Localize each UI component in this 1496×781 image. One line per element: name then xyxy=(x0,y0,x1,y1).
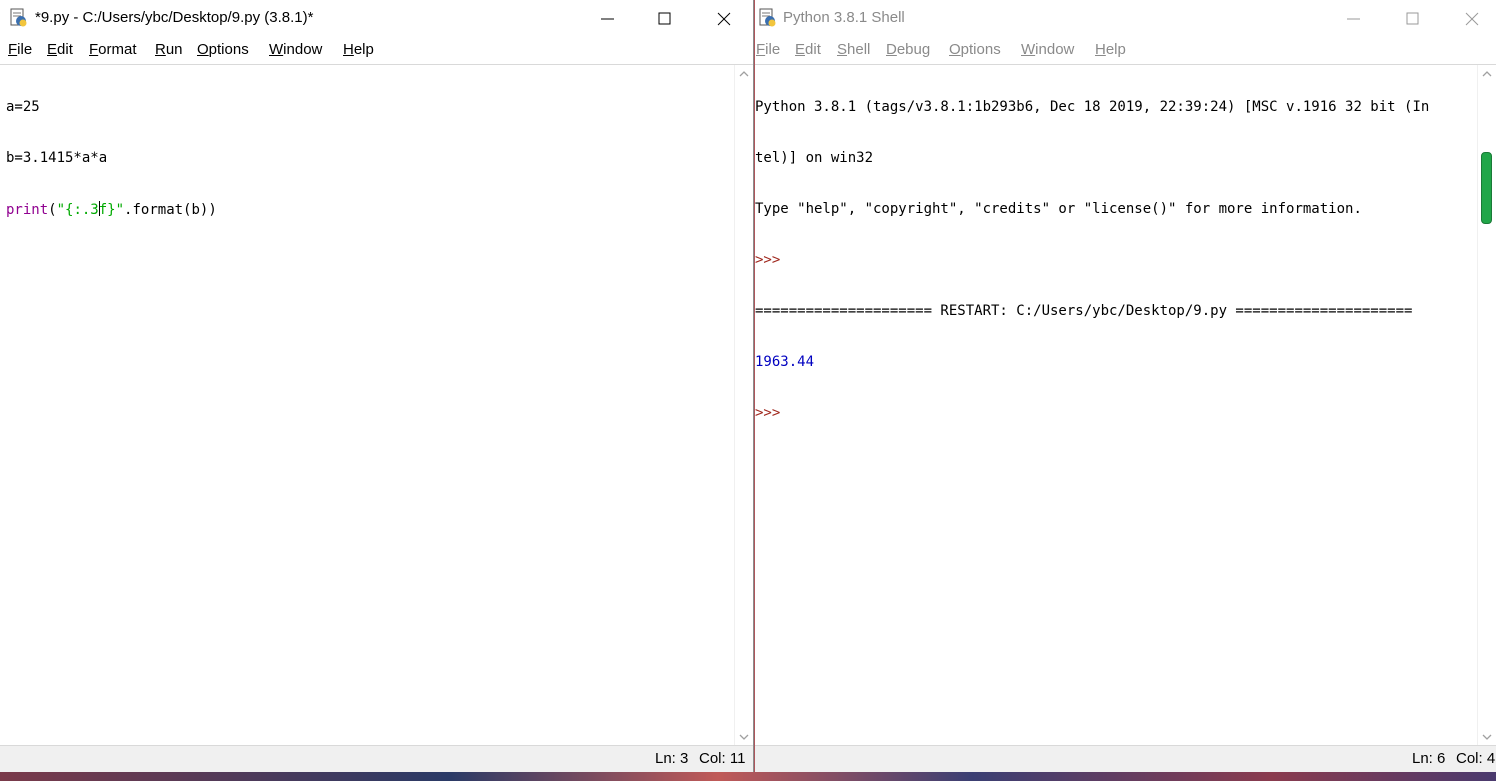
shell-title: Python 3.8.1 Shell xyxy=(783,9,905,26)
builtin-print: print xyxy=(6,202,49,218)
shell-statusbar: Ln: 6 Col: 4 xyxy=(755,745,1496,772)
menu-options[interactable]: Options xyxy=(949,41,1001,58)
format-call: .format(b)) xyxy=(124,202,217,218)
column-number: Col: 11 xyxy=(699,750,746,767)
editor-titlebar[interactable]: *9.py - C:/Users/ybc/Desktop/9.py (3.8.1… xyxy=(0,0,753,37)
menu-window[interactable]: Window xyxy=(269,41,322,58)
close-icon xyxy=(717,12,731,26)
column-number: Col: 4 xyxy=(1456,750,1496,767)
menu-edit[interactable]: Edit xyxy=(795,41,821,58)
shell-prompt: >>> xyxy=(755,252,781,268)
shell-window: Python 3.8.1 Shell File Edit Shell Debug… xyxy=(755,0,1496,772)
string-part-a: "{:.3 xyxy=(56,202,99,218)
line-number: Ln: 6 xyxy=(1412,750,1446,767)
python-idle-icon xyxy=(758,8,778,28)
minimize-icon xyxy=(1347,18,1360,20)
line-number: Ln: 3 xyxy=(655,750,689,767)
menu-format[interactable]: Format xyxy=(89,41,137,58)
editor-menubar: File Edit Format Run Options Window Help xyxy=(0,37,753,65)
editor-scrollbar[interactable] xyxy=(734,65,753,746)
menu-run[interactable]: Run xyxy=(155,41,183,58)
menu-help[interactable]: Help xyxy=(343,41,374,58)
scroll-down-arrow-icon[interactable] xyxy=(738,732,750,742)
scroll-down-arrow-icon[interactable] xyxy=(1481,732,1493,742)
code-line-2: b=3.1415*a*a xyxy=(6,150,108,166)
scroll-up-arrow-icon[interactable] xyxy=(1481,69,1493,79)
menu-options[interactable]: Options xyxy=(197,41,249,58)
menu-help[interactable]: Help xyxy=(1095,41,1126,58)
maximize-icon xyxy=(1406,12,1419,25)
maximize-button[interactable] xyxy=(637,0,693,37)
minimize-icon xyxy=(601,18,614,20)
python-idle-icon xyxy=(9,8,29,28)
program-output: 1963.44 xyxy=(755,354,815,370)
editor-text-area[interactable]: a=25 b=3.1415*a*a print("{:.3f}".format(… xyxy=(6,65,731,252)
restart-line: ===================== RESTART: C:/Users/… xyxy=(755,303,1413,319)
shell-banner-line-1: Python 3.8.1 (tags/v3.8.1:1b293b6, Dec 1… xyxy=(755,99,1430,115)
scroll-up-arrow-icon[interactable] xyxy=(738,69,750,79)
editor-statusbar: Ln: 3 Col: 11 xyxy=(0,745,753,772)
close-icon xyxy=(1465,12,1479,26)
code-line-1: a=25 xyxy=(6,99,40,115)
shell-titlebar[interactable]: Python 3.8.1 Shell xyxy=(755,0,1496,37)
menu-debug[interactable]: Debug xyxy=(886,41,930,58)
editor-title: *9.py - C:/Users/ybc/Desktop/9.py (3.8.1… xyxy=(35,9,314,26)
shell-banner-line-3: Type "help", "copyright", "credits" or "… xyxy=(755,201,1362,217)
shell-banner-line-2: tel)] on win32 xyxy=(755,150,874,166)
shell-menubar: File Edit Shell Debug Options Window Hel… xyxy=(755,37,1496,65)
menu-window[interactable]: Window xyxy=(1021,41,1074,58)
shell-scrollbar[interactable] xyxy=(1477,65,1496,746)
minimize-button[interactable] xyxy=(580,0,636,37)
editor-window: *9.py - C:/Users/ybc/Desktop/9.py (3.8.1… xyxy=(0,0,754,772)
shell-prompt: >>> xyxy=(755,405,781,421)
string-part-b: f}" xyxy=(98,202,125,218)
shell-text-area[interactable]: Python 3.8.1 (tags/v3.8.1:1b293b6, Dec 1… xyxy=(755,65,1478,456)
close-button[interactable] xyxy=(1444,0,1496,37)
maximize-button[interactable] xyxy=(1385,0,1441,37)
menu-file[interactable]: File xyxy=(8,41,32,58)
minimize-button[interactable] xyxy=(1326,0,1382,37)
close-button[interactable] xyxy=(696,0,752,37)
menu-file[interactable]: File xyxy=(756,41,780,58)
menu-edit[interactable]: Edit xyxy=(47,41,73,58)
open-paren: ( xyxy=(48,202,57,218)
menu-shell[interactable]: Shell xyxy=(837,41,870,58)
maximize-icon xyxy=(658,12,671,25)
scrollbar-thumb[interactable] xyxy=(1481,152,1492,224)
code-line-3: print("{:.3f}".format(b)) xyxy=(6,201,731,218)
